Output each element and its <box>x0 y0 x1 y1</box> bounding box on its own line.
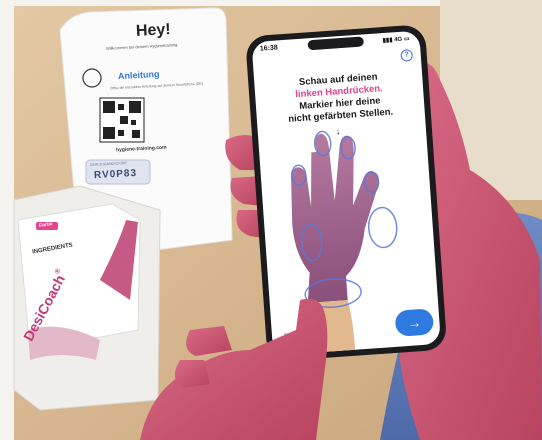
next-button[interactable]: → <box>394 308 435 337</box>
status-network: ▮▮▮ 4G ▭ <box>382 35 409 44</box>
question-icon[interactable]: ? <box>400 49 414 62</box>
network-label: 4G <box>394 36 403 44</box>
battery-icon: ▭ <box>403 36 410 43</box>
photo-scene: Hey! Willkommen bei deinem Hygienetraini… <box>0 0 542 440</box>
instruction-text: Schau auf deinen linken Handrücken. Mark… <box>254 68 425 128</box>
status-time: 16:38 <box>259 44 279 53</box>
arrow-down-icon: ↓ <box>335 126 341 137</box>
signal-icon: ▮▮▮ <box>382 37 393 45</box>
access-code: RV0P83 <box>93 167 138 182</box>
card-greeting: Hey! <box>135 21 172 40</box>
back-arrow-icon[interactable]: ← <box>281 327 292 339</box>
phone-screen: 16:38 ▮▮▮ 4G ▭ ? Schau auf deinen linken… <box>251 29 440 354</box>
